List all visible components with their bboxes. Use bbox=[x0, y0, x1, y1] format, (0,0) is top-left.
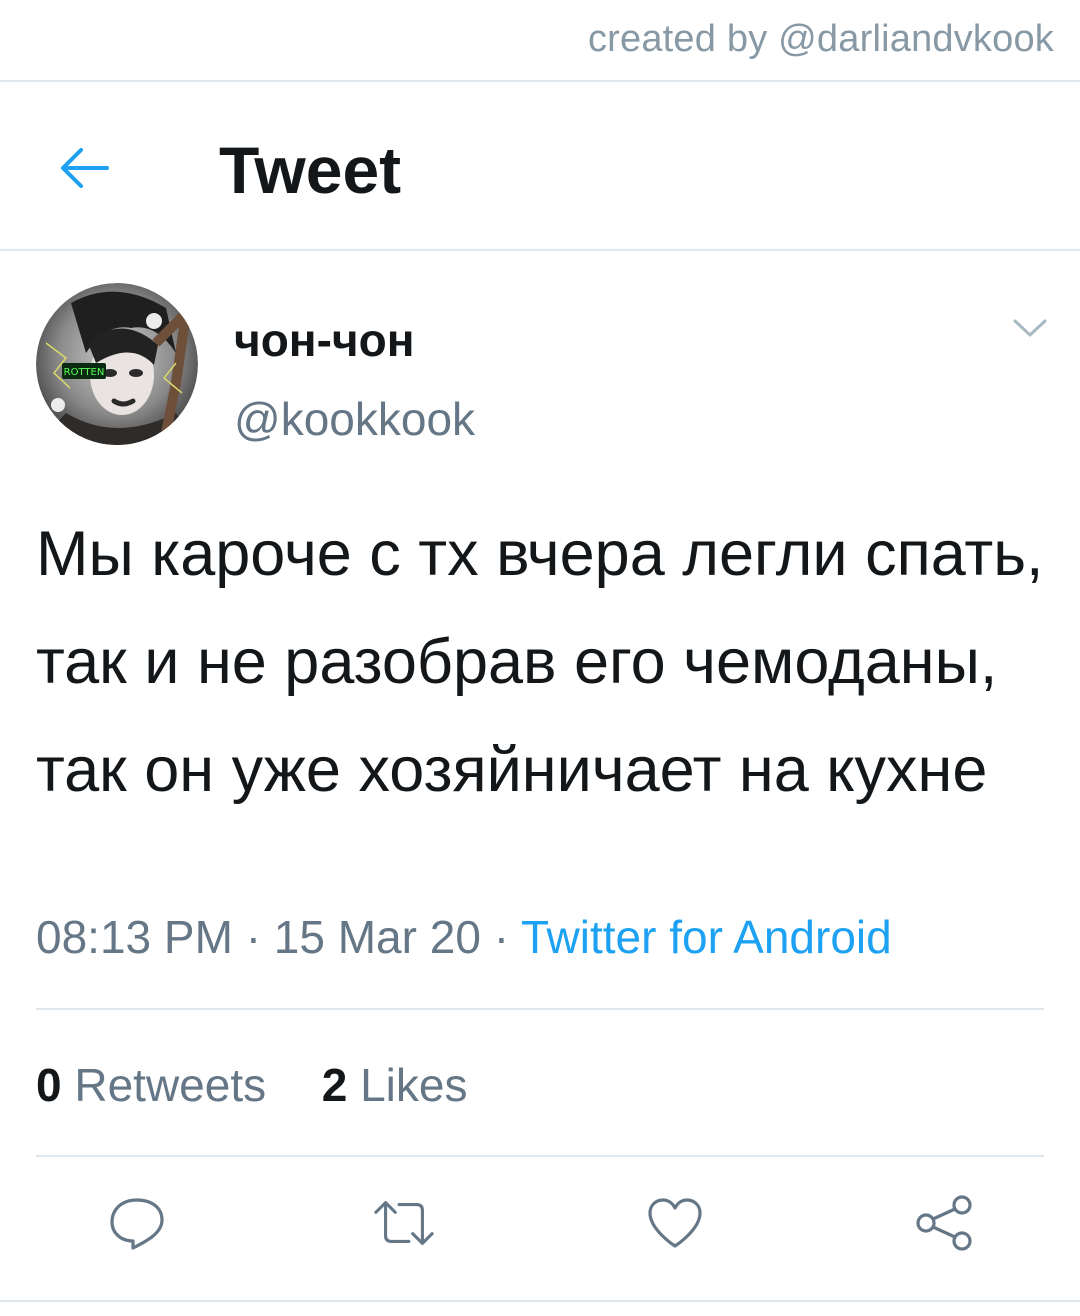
page-title: Tweet bbox=[219, 133, 402, 207]
likes-label: Likes bbox=[360, 1059, 468, 1111]
meta-divider bbox=[36, 1008, 1044, 1010]
author-name[interactable]: чон-чон bbox=[234, 313, 415, 367]
avatar-badge-text: ROTTEN bbox=[64, 367, 105, 378]
tweet-date: 15 Mar 20 bbox=[273, 911, 481, 963]
retweets-stat[interactable]: 0 Retweets bbox=[36, 1059, 279, 1111]
share-icon bbox=[916, 1195, 972, 1251]
divider-bottom bbox=[0, 1300, 1080, 1302]
creator-credit: created by @darliandvkook bbox=[587, 18, 1054, 60]
avatar[interactable]: ROTTEN bbox=[36, 283, 198, 445]
retweet-button[interactable] bbox=[372, 1194, 436, 1252]
tweet-stats: 0 Retweets 2 Likes bbox=[36, 1058, 467, 1112]
tweet-meta: 08:13 PM · 15 Mar 20 · Twitter for Andro… bbox=[36, 910, 892, 964]
like-icon bbox=[648, 1198, 702, 1248]
chevron-down-icon bbox=[1013, 319, 1047, 337]
meta-separator: · bbox=[245, 911, 262, 963]
retweets-count: 0 bbox=[36, 1059, 62, 1111]
likes-count: 2 bbox=[321, 1059, 348, 1111]
tweet-source-link[interactable]: Twitter for Android bbox=[521, 911, 892, 963]
stats-divider bbox=[36, 1155, 1044, 1157]
reply-icon bbox=[110, 1198, 164, 1250]
divider-top bbox=[0, 80, 1080, 82]
author-handle[interactable]: @kookkook bbox=[234, 392, 475, 446]
like-button[interactable] bbox=[643, 1194, 707, 1252]
back-button[interactable] bbox=[52, 138, 116, 198]
header-divider bbox=[0, 249, 1080, 251]
retweet-icon bbox=[374, 1201, 434, 1245]
tweet-text: Мы кароче с тх вчера легли спать, так и … bbox=[36, 519, 1044, 805]
tweet-time: 08:13 PM bbox=[36, 911, 233, 963]
retweets-label: Retweets bbox=[74, 1059, 267, 1111]
share-button[interactable] bbox=[912, 1194, 976, 1252]
reply-button[interactable] bbox=[105, 1194, 169, 1252]
likes-stat[interactable]: 2 Likes bbox=[322, 1059, 468, 1111]
meta-separator: · bbox=[493, 911, 510, 963]
tweet-menu-button[interactable] bbox=[1008, 312, 1052, 344]
avatar-image: ROTTEN bbox=[36, 283, 198, 445]
back-arrow-icon bbox=[61, 148, 109, 188]
